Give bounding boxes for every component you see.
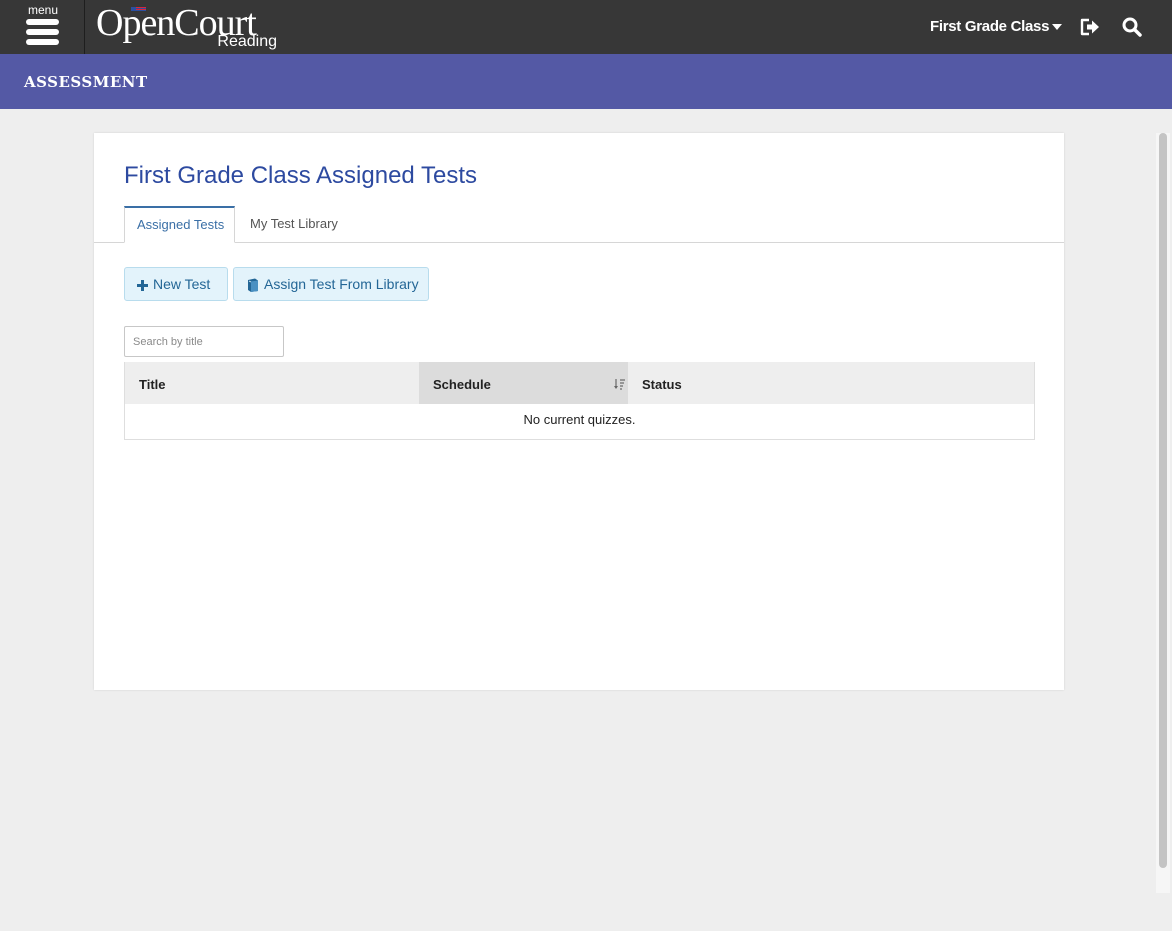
section-title: ASSESSMENT	[24, 73, 148, 91]
section-banner: ASSESSMENT	[0, 54, 1172, 109]
caret-down-icon[interactable]	[1052, 24, 1062, 30]
search-by-title-input[interactable]	[124, 326, 284, 357]
assign-from-library-button[interactable]: Assign Test From Library	[233, 267, 429, 301]
column-header-schedule-label: Schedule	[433, 377, 491, 392]
new-test-button[interactable]: New Test	[124, 267, 228, 301]
column-header-title[interactable]: Title	[125, 362, 419, 404]
class-selector[interactable]: First Grade Class	[930, 17, 1049, 37]
empty-table-message: No current quizzes.	[523, 412, 636, 427]
scrollbar-thumb[interactable]	[1159, 133, 1167, 868]
hamburger-icon	[26, 19, 59, 45]
plus-icon	[137, 279, 148, 291]
table-header: Title Schedule Status	[125, 362, 1034, 404]
top-navbar: menu OpenCourt Reading First Grade Class	[0, 0, 1172, 54]
main-card: First Grade Class Assigned Tests Assigne…	[94, 133, 1064, 690]
page-title: First Grade Class Assigned Tests	[124, 162, 478, 189]
vertical-scrollbar[interactable]	[1156, 133, 1170, 893]
logout-icon[interactable]	[1080, 18, 1100, 36]
tab-assigned-tests[interactable]: Assigned Tests	[124, 206, 235, 243]
tests-table: Title Schedule Status No current quizzes…	[124, 362, 1035, 440]
column-header-status[interactable]: Status	[628, 362, 1034, 404]
search-icon[interactable]	[1122, 17, 1142, 37]
menu-button[interactable]: menu	[0, 0, 85, 54]
sort-icon[interactable]	[614, 378, 625, 390]
new-test-label: New Test	[153, 276, 211, 292]
book-icon	[248, 278, 258, 293]
assign-from-library-label: Assign Test From Library	[264, 276, 419, 292]
open-court-reading-logo[interactable]: OpenCourt Reading	[96, 3, 281, 51]
tab-my-test-library[interactable]: My Test Library	[238, 206, 350, 243]
menu-label: menu	[27, 3, 59, 17]
logo-sub-text: Reading	[217, 33, 277, 50]
column-header-schedule[interactable]: Schedule	[419, 362, 628, 404]
